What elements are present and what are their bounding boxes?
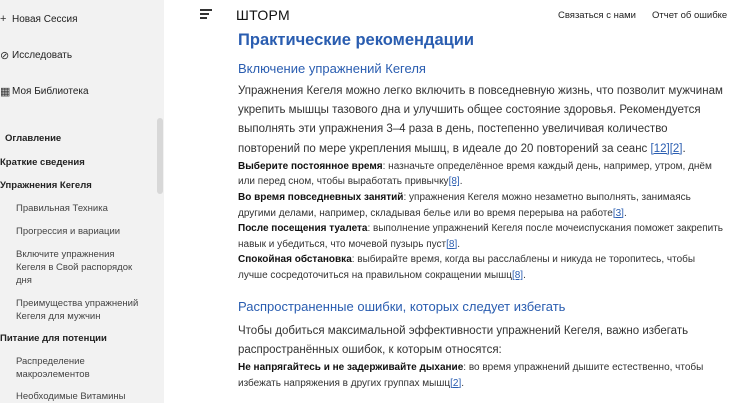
mistakes-intro: Чтобы добиться максимальной эффективност… bbox=[238, 324, 689, 356]
toc-item-vitamins[interactable]: Необходимые Витамины bbox=[16, 390, 146, 403]
mistake-tail: . bbox=[461, 377, 465, 389]
subsection-title-mistakes: Распространенные ошибки, которых следует… bbox=[238, 298, 566, 314]
tip-title: Во время повседневных занятий bbox=[238, 192, 404, 203]
toc-item-technique[interactable]: Правильная Техника bbox=[16, 202, 146, 215]
report-error-link[interactable]: Отчет об ошибке bbox=[652, 10, 727, 21]
menu-icon[interactable] bbox=[200, 9, 212, 19]
new-session-button[interactable]: + Новая Сессия bbox=[0, 9, 78, 29]
toc-item-progression[interactable]: Прогрессия и вариации bbox=[16, 225, 146, 238]
citation-link[interactable]: [12] bbox=[651, 143, 670, 155]
section-title: Практические рекомендации bbox=[238, 31, 475, 49]
intro-tail: . bbox=[682, 142, 686, 155]
toc-item-kegel[interactable]: Упражнения Кегеля bbox=[0, 180, 92, 191]
explore-button[interactable]: ⊘ Исследовать bbox=[0, 45, 72, 65]
tip-tail: . bbox=[459, 176, 463, 188]
mistake-item: Не напрягайтесь и не задерживайте дыхани… bbox=[238, 360, 724, 391]
my-library-button[interactable]: ▦ Моя Библиотека bbox=[0, 81, 89, 101]
tip-item: После посещения туалета: выполнение упра… bbox=[238, 221, 724, 252]
brand-title[interactable]: ШТОРМ bbox=[236, 7, 290, 23]
sidebar: + Новая Сессия ⊘ Исследовать ▦ Моя Библи… bbox=[0, 0, 164, 403]
citation-link[interactable]: [3] bbox=[613, 208, 624, 219]
mistake-title: Не напрягайтесь и не задерживайте дыхани… bbox=[238, 361, 464, 373]
tip-tail: . bbox=[523, 269, 526, 281]
toc-item-nutrition[interactable]: Питание для потенции bbox=[0, 333, 107, 344]
toc-item-benefits[interactable]: Преимущества упражнений Кегеля для мужчи… bbox=[16, 297, 146, 323]
article: Практические рекомендации Включение упра… bbox=[238, 31, 724, 391]
intro-paragraph: Упражнения Кегеля можно легко включить в… bbox=[238, 82, 724, 159]
tip-title: Спокойная обстановка bbox=[238, 254, 352, 266]
tip-item: Спокойная обстановка: выбирайте время, к… bbox=[238, 252, 724, 283]
tip-title: Выберите постоянное время bbox=[238, 160, 383, 172]
explore-label: Исследовать bbox=[12, 49, 73, 61]
contact-link[interactable]: Связаться с нами bbox=[558, 10, 636, 21]
tip-title: После посещения туалета bbox=[238, 223, 368, 235]
tip-tail: . bbox=[457, 238, 461, 250]
tip-item: Выберите постоянное время: назначьте опр… bbox=[238, 159, 724, 190]
citation-link[interactable]: [8] bbox=[446, 239, 457, 250]
new-session-label: Новая Сессия bbox=[12, 13, 78, 25]
citation-link[interactable]: [2] bbox=[450, 378, 461, 389]
library-icon: ▦ bbox=[0, 85, 11, 98]
citation-link[interactable]: [2] bbox=[670, 143, 683, 155]
toc-item-daily-routine[interactable]: Включите упражнения Кегеля в Свой распор… bbox=[16, 248, 146, 287]
subsection-title-kegel: Включение упражнений Кегеля bbox=[238, 61, 426, 76]
toc-item-macros[interactable]: Распределение макроэлементов bbox=[16, 355, 146, 381]
my-library-label: Моя Библиотека bbox=[12, 85, 89, 97]
toc-title: Оглавление bbox=[5, 133, 62, 144]
toc-item-summary[interactable]: Краткие сведения bbox=[0, 157, 85, 168]
sidebar-scrollbar[interactable] bbox=[157, 118, 163, 194]
tip-tail: . bbox=[623, 207, 627, 219]
tip-item: Во время повседневных занятий: упражнени… bbox=[238, 190, 724, 221]
citation-link[interactable]: [8] bbox=[449, 176, 460, 187]
citation-link[interactable]: [8] bbox=[512, 270, 523, 281]
plus-icon: + bbox=[0, 13, 7, 25]
compass-icon: ⊘ bbox=[0, 49, 10, 62]
